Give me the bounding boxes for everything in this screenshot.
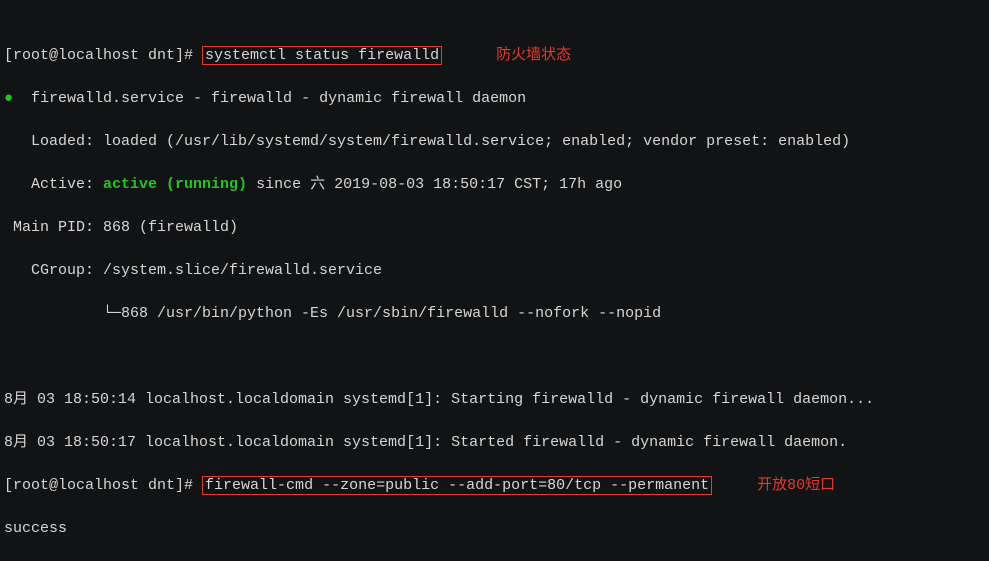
line-cgroup2: └─868 /usr/bin/python -Es /usr/sbin/fire… <box>4 303 989 325</box>
annotation-open-port-80: 开放80短口 <box>757 477 835 494</box>
line-svc-head: ● firewalld.service - firewalld - dynami… <box>4 88 989 110</box>
line-cmd-addport: [root@localhost dnt]# firewall-cmd --zon… <box>4 475 989 497</box>
line-log2: 8月 03 18:50:17 localhost.localdomain sys… <box>4 432 989 454</box>
terminal-output: [root@localhost dnt]# systemctl status f… <box>0 0 989 561</box>
line-cgroup1: CGroup: /system.slice/firewalld.service <box>4 260 989 282</box>
active-state: active (running) <box>103 176 247 193</box>
line-success1: success <box>4 518 989 540</box>
line-mainpid: Main PID: 868 (firewalld) <box>4 217 989 239</box>
active-since: since 六 2019-08-03 18:50:17 CST; 17h ago <box>247 176 622 193</box>
shell-prompt: [root@localhost dnt]# <box>4 477 202 494</box>
status-dot: ● <box>4 90 13 107</box>
active-label: Active: <box>4 176 103 193</box>
line-log1: 8月 03 18:50:14 localhost.localdomain sys… <box>4 389 989 411</box>
shell-prompt: [root@localhost dnt]# <box>4 47 202 64</box>
line-cmd-status: [root@localhost dnt]# systemctl status f… <box>4 45 989 67</box>
line-blank <box>4 346 989 368</box>
line-loaded: Loaded: loaded (/usr/lib/systemd/system/… <box>4 131 989 153</box>
line-active: Active: active (running) since 六 2019-08… <box>4 174 989 196</box>
highlight-cmd-status: systemctl status firewalld <box>202 46 442 65</box>
annotation-firewall-status: 防火墙状态 <box>496 47 571 64</box>
svc-head-text: firewalld.service - firewalld - dynamic … <box>13 90 526 107</box>
highlight-cmd-addport: firewall-cmd --zone=public --add-port=80… <box>202 476 712 495</box>
